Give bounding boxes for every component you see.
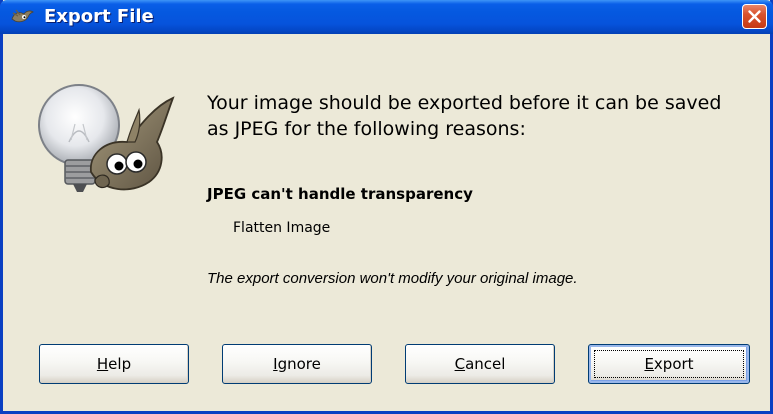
export-file-dialog: Export File Your image should be exporte… <box>0 0 773 414</box>
close-button[interactable] <box>742 4 767 29</box>
help-button[interactable]: Help <box>39 344 189 384</box>
cancel-button-label-rest: ancel <box>465 355 506 373</box>
cancel-button[interactable]: Cancel <box>405 344 555 384</box>
export-button-label-rest: xport <box>653 355 694 373</box>
ignore-button-label-rest: gnore <box>277 355 321 373</box>
export-button[interactable]: Export <box>588 344 750 384</box>
export-button-mnemonic: E <box>644 355 654 373</box>
export-required-message: Your image should be exported before it … <box>207 92 722 140</box>
title-bar[interactable]: Export File <box>0 0 773 34</box>
cancel-button-mnemonic: C <box>454 355 466 373</box>
window-title: Export File <box>44 6 154 27</box>
conversion-note: The export conversion won't modify your … <box>207 270 578 287</box>
help-button-label-rest: elp <box>108 355 132 373</box>
help-button-mnemonic: H <box>96 355 109 373</box>
reason-title: JPEG can't handle transparency <box>207 185 473 203</box>
reason-action: Flatten Image <box>233 220 331 236</box>
close-icon <box>747 9 762 24</box>
wilber-lightbulb-icon <box>31 80 181 198</box>
ignore-button[interactable]: Ignore <box>222 344 372 384</box>
gimp-wilber-icon <box>10 7 34 27</box>
